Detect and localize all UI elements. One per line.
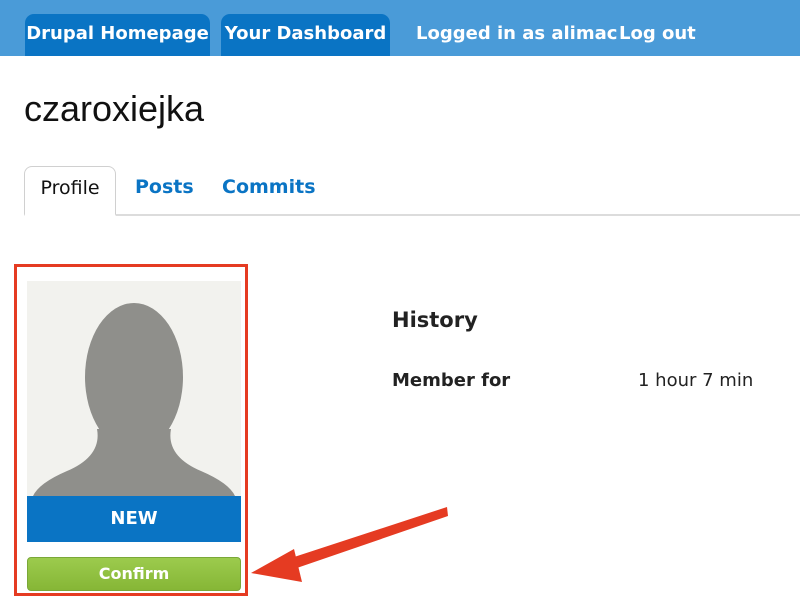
drupal-homepage-label: Drupal Homepage: [26, 23, 209, 44]
confirm-button[interactable]: Confirm: [27, 557, 241, 591]
new-badge-label: NEW: [110, 508, 158, 529]
confirm-button-label: Confirm: [98, 564, 170, 583]
user-silhouette-icon: [33, 303, 235, 496]
member-for-value: 1 hour 7 min: [638, 370, 754, 391]
page-title: czaroxiejka: [24, 88, 205, 129]
new-badge: NEW: [27, 496, 241, 542]
tab-profile[interactable]: Profile: [24, 166, 116, 216]
member-for-label: Member for: [392, 370, 511, 391]
drupal-homepage-tab[interactable]: Drupal Homepage: [25, 14, 210, 56]
history-heading: History: [392, 308, 478, 332]
your-dashboard-tab[interactable]: Your Dashboard: [221, 14, 390, 56]
your-dashboard-label: Your Dashboard: [224, 23, 387, 44]
tab-posts[interactable]: Posts: [135, 166, 194, 216]
tab-profile-label: Profile: [40, 177, 100, 199]
tab-posts-label: Posts: [135, 176, 194, 198]
highlighted-avatar-area: NEW Confirm: [14, 264, 248, 596]
log-out-label: Log out: [619, 23, 696, 44]
log-out-link[interactable]: Log out: [619, 14, 696, 56]
tab-commits-label: Commits: [222, 176, 316, 198]
top-navigation-bar: Drupal Homepage Your Dashboard Logged in…: [0, 0, 800, 56]
avatar: [27, 281, 241, 496]
logged-in-user-label: Logged in as alimac: [416, 23, 618, 44]
tab-commits[interactable]: Commits: [222, 166, 316, 216]
logged-in-user-link[interactable]: Logged in as alimac: [416, 14, 617, 56]
